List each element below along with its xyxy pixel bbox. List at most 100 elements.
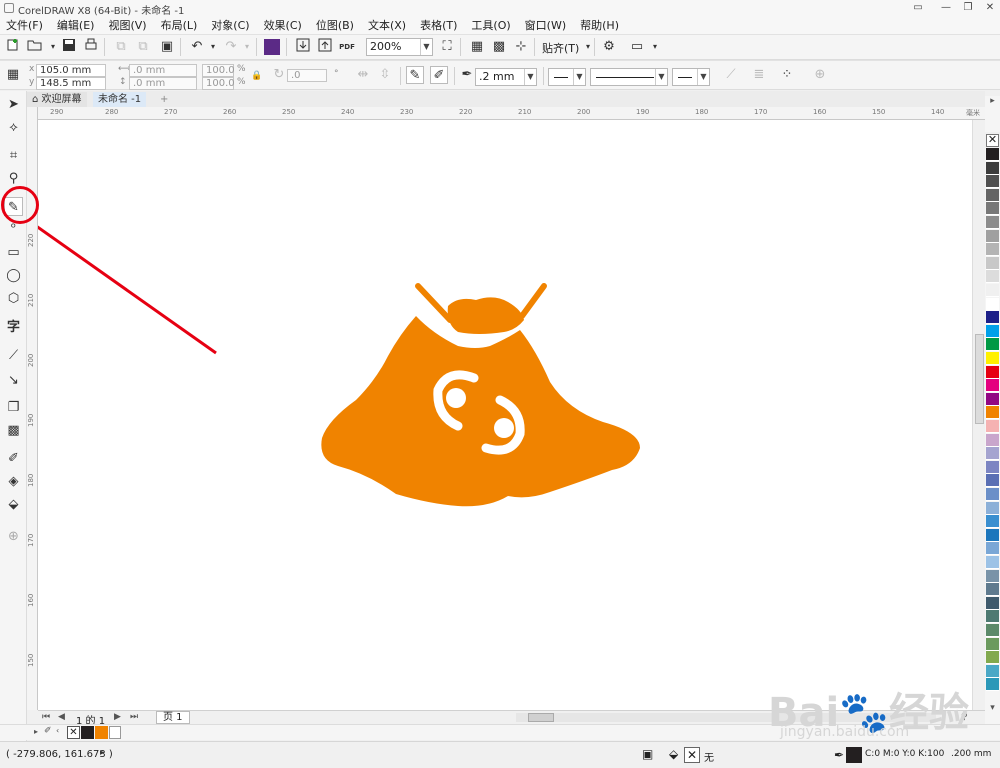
palette-swatch[interactable] — [986, 175, 999, 189]
import-icon[interactable] — [294, 38, 312, 56]
doc-swatch-orange[interactable] — [95, 726, 108, 739]
show-guidelines-icon[interactable]: ⊹ — [512, 38, 530, 56]
profile-icon[interactable]: ▭ — [910, 1, 926, 15]
menu-edit[interactable]: 编辑(E) — [57, 17, 95, 33]
palette-swatch[interactable] — [986, 406, 999, 420]
palette-swatch[interactable] — [986, 447, 999, 461]
add-tool-icon[interactable]: ⊕ — [4, 527, 23, 546]
palette-swatch[interactable] — [986, 501, 999, 515]
line-style-select[interactable]: ▼ — [590, 68, 668, 86]
palette-swatch[interactable] — [986, 569, 999, 583]
status-expand-icon[interactable]: ▸ — [100, 748, 105, 758]
tab-document[interactable]: 未命名 -1 — [93, 92, 147, 107]
color-eyedropper-icon[interactable]: ✐ — [4, 449, 23, 468]
palette-swatch[interactable] — [986, 284, 999, 297]
palette-swatch[interactable] — [986, 474, 999, 488]
scale-y-field[interactable]: 100.0 — [202, 77, 235, 90]
width-field[interactable]: .0 mm — [129, 64, 197, 77]
paste-icon[interactable]: ▣ — [158, 38, 176, 56]
bounding-box-icon[interactable]: ⁘ — [778, 66, 796, 84]
node-mode-icon[interactable]: ✎ — [406, 66, 424, 84]
cut-icon[interactable]: ⧉ — [112, 38, 130, 56]
palette-swatch[interactable] — [986, 338, 999, 352]
app-launcher-dropdown-icon[interactable]: ▾ — [646, 38, 664, 56]
last-page-icon[interactable]: ⏭ — [130, 712, 138, 722]
publish-pdf-icon[interactable]: PDF — [338, 38, 356, 56]
text-tool-icon[interactable]: 字 — [4, 318, 23, 337]
menu-table[interactable]: 表格(T) — [420, 17, 457, 33]
menu-bitmaps[interactable]: 位图(B) — [316, 17, 354, 33]
save-icon[interactable] — [60, 38, 78, 56]
color-proof-icon[interactable]: ▣ — [642, 747, 653, 761]
show-grid-icon[interactable]: ▩ — [490, 38, 508, 56]
palette-swatch[interactable] — [986, 651, 999, 665]
palette-swatch[interactable] — [986, 365, 999, 379]
drop-shadow-icon[interactable]: ❐ — [4, 398, 23, 417]
parallel-dimension-icon[interactable]: ⟋ — [4, 346, 23, 365]
doc-swatch-black[interactable] — [81, 726, 94, 739]
palette-swatch[interactable] — [986, 270, 999, 284]
palette-swatch[interactable] — [986, 324, 999, 338]
palette-swatch[interactable] — [986, 678, 999, 692]
palette-swatch[interactable] — [986, 596, 999, 610]
open-folder-icon[interactable] — [26, 38, 44, 56]
menu-layout[interactable]: 布局(L) — [161, 17, 198, 33]
y-position-field[interactable]: 148.5 mm — [36, 77, 106, 90]
palette-swatch[interactable] — [986, 556, 999, 569]
palette-swatch[interactable] — [986, 542, 999, 556]
palette-scroll-up-icon[interactable]: ▸ — [985, 96, 1000, 132]
palette-swatch[interactable] — [986, 664, 999, 678]
zoom-level-select[interactable]: 200% ▼ — [366, 38, 433, 56]
search-content-icon[interactable] — [264, 39, 280, 55]
money-bag-right-tie[interactable] — [519, 283, 547, 319]
smoothing-icon[interactable]: ⟋ — [722, 66, 740, 84]
palette-swatch[interactable] — [986, 433, 999, 447]
palette-scroll-down-icon[interactable]: ▾ — [985, 703, 1000, 717]
palette-swatch[interactable] — [986, 352, 999, 365]
vertical-scrollbar[interactable] — [972, 120, 985, 710]
doc-swatch-none[interactable]: ✕ — [67, 726, 80, 739]
scroll-thumb[interactable] — [975, 334, 984, 424]
autoclose-icon[interactable]: ✐ — [430, 66, 448, 84]
money-bag-left-tie[interactable] — [415, 283, 453, 323]
x-position-field[interactable]: 105.0 mm — [36, 64, 106, 77]
palette-swatch[interactable] — [986, 202, 999, 216]
copy-icon[interactable]: ⧉ — [134, 38, 152, 56]
tab-welcome[interactable]: ⌂ 欢迎屏幕 — [27, 92, 87, 107]
mirror-vertical-icon[interactable]: ⇳ — [376, 66, 394, 84]
palette-swatch[interactable] — [986, 148, 999, 161]
palette-swatch[interactable] — [986, 488, 999, 501]
money-bag-neck[interactable] — [447, 297, 524, 334]
no-color-swatch[interactable]: ✕ — [986, 134, 999, 147]
transparency-icon[interactable]: ▩ — [4, 421, 23, 440]
menu-tools[interactable]: 工具(O) — [471, 17, 510, 33]
palette-swatch[interactable] — [986, 188, 999, 202]
polygon-tool-icon[interactable]: ⬡ — [4, 289, 23, 308]
menu-view[interactable]: 视图(V) — [108, 17, 146, 33]
crop-tool-icon[interactable]: ⌗ — [4, 146, 23, 165]
palette-swatch[interactable] — [986, 161, 999, 175]
palette-swatch[interactable] — [986, 583, 999, 597]
menu-text[interactable]: 文本(X) — [368, 17, 406, 33]
palette-swatch[interactable] — [986, 460, 999, 474]
restore-button[interactable]: ❐ — [960, 1, 976, 15]
ellipse-tool-icon[interactable]: ◯ — [4, 266, 23, 285]
drawing-canvas[interactable] — [38, 120, 985, 710]
next-page-icon[interactable]: ▶ — [114, 712, 121, 722]
horizontal-ruler[interactable]: 290 280 270 260 250 240 230 220 210 200 … — [38, 107, 985, 120]
end-arrowhead-select[interactable]: ▼ — [672, 68, 710, 86]
shape-tool-icon[interactable]: ⟡ — [4, 118, 23, 137]
snap-to-menu[interactable]: 贴齐(T) — [542, 40, 579, 56]
palette-swatch[interactable] — [986, 528, 999, 542]
print-icon[interactable] — [82, 38, 100, 56]
palette-swatch[interactable] — [986, 297, 999, 311]
connector-tool-icon[interactable]: ↘ — [4, 371, 23, 390]
palette-swatch[interactable] — [986, 624, 999, 637]
height-field[interactable]: .0 mm — [129, 77, 197, 90]
palette-swatch[interactable] — [986, 311, 999, 325]
interactive-fill-icon[interactable]: ◈ — [4, 472, 23, 491]
menu-object[interactable]: 对象(C) — [211, 17, 249, 33]
add-tab-icon[interactable]: + — [155, 92, 173, 107]
palette-swatch[interactable] — [986, 610, 999, 624]
palette-swatch[interactable] — [986, 256, 999, 270]
